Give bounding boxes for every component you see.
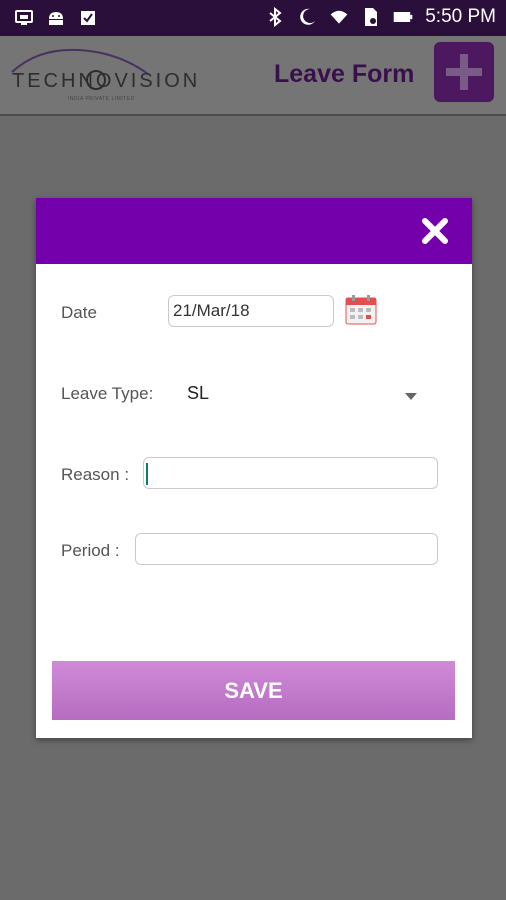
bluetooth-icon xyxy=(265,7,285,27)
dropdown-arrow-icon[interactable] xyxy=(404,388,418,400)
sim-icon xyxy=(361,7,381,27)
dialog-header xyxy=(36,198,472,264)
moon-icon xyxy=(297,7,317,27)
save-button[interactable]: SAVE xyxy=(52,661,455,720)
status-time: 5:50 PM xyxy=(425,6,496,27)
battery-icon xyxy=(393,7,413,27)
add-leave-button[interactable] xyxy=(434,42,494,102)
leave-type-value: SL xyxy=(187,383,210,403)
reason-input[interactable] xyxy=(143,457,438,489)
date-field[interactable]: 21/Mar/18 xyxy=(168,295,334,327)
calendar-icon xyxy=(345,295,377,325)
plus-icon xyxy=(446,54,482,90)
leave-type-label: Leave Type: xyxy=(61,384,154,403)
company-logo: TECHNOVISION INDIA PRIVATE LIMITED xyxy=(8,44,197,106)
date-label: Date xyxy=(61,303,97,322)
period-input[interactable] xyxy=(135,533,438,565)
screen-cast-icon xyxy=(14,8,34,28)
period-label: Period : xyxy=(61,541,120,560)
checklist-icon xyxy=(78,8,98,28)
app-header: TECHNOVISION INDIA PRIVATE LIMITED Leave… xyxy=(0,36,506,116)
reason-label: Reason : xyxy=(61,465,130,484)
close-icon xyxy=(422,218,448,244)
text-cursor xyxy=(146,463,148,485)
calendar-button[interactable] xyxy=(345,295,377,325)
leave-form-dialog: Date 21/Mar/18 Leave Type: SL Reason : P… xyxy=(36,198,472,738)
leave-type-select[interactable] xyxy=(176,374,436,410)
logo-text: TECHNOVISION xyxy=(12,70,201,92)
android-icon xyxy=(46,8,66,28)
logo-subtext: INDIA PRIVATE LIMITED xyxy=(68,96,135,102)
wifi-icon xyxy=(329,7,349,27)
status-bar: 5:50 PM xyxy=(0,0,506,36)
close-button[interactable] xyxy=(420,216,450,246)
page-title: Leave Form xyxy=(274,60,415,88)
